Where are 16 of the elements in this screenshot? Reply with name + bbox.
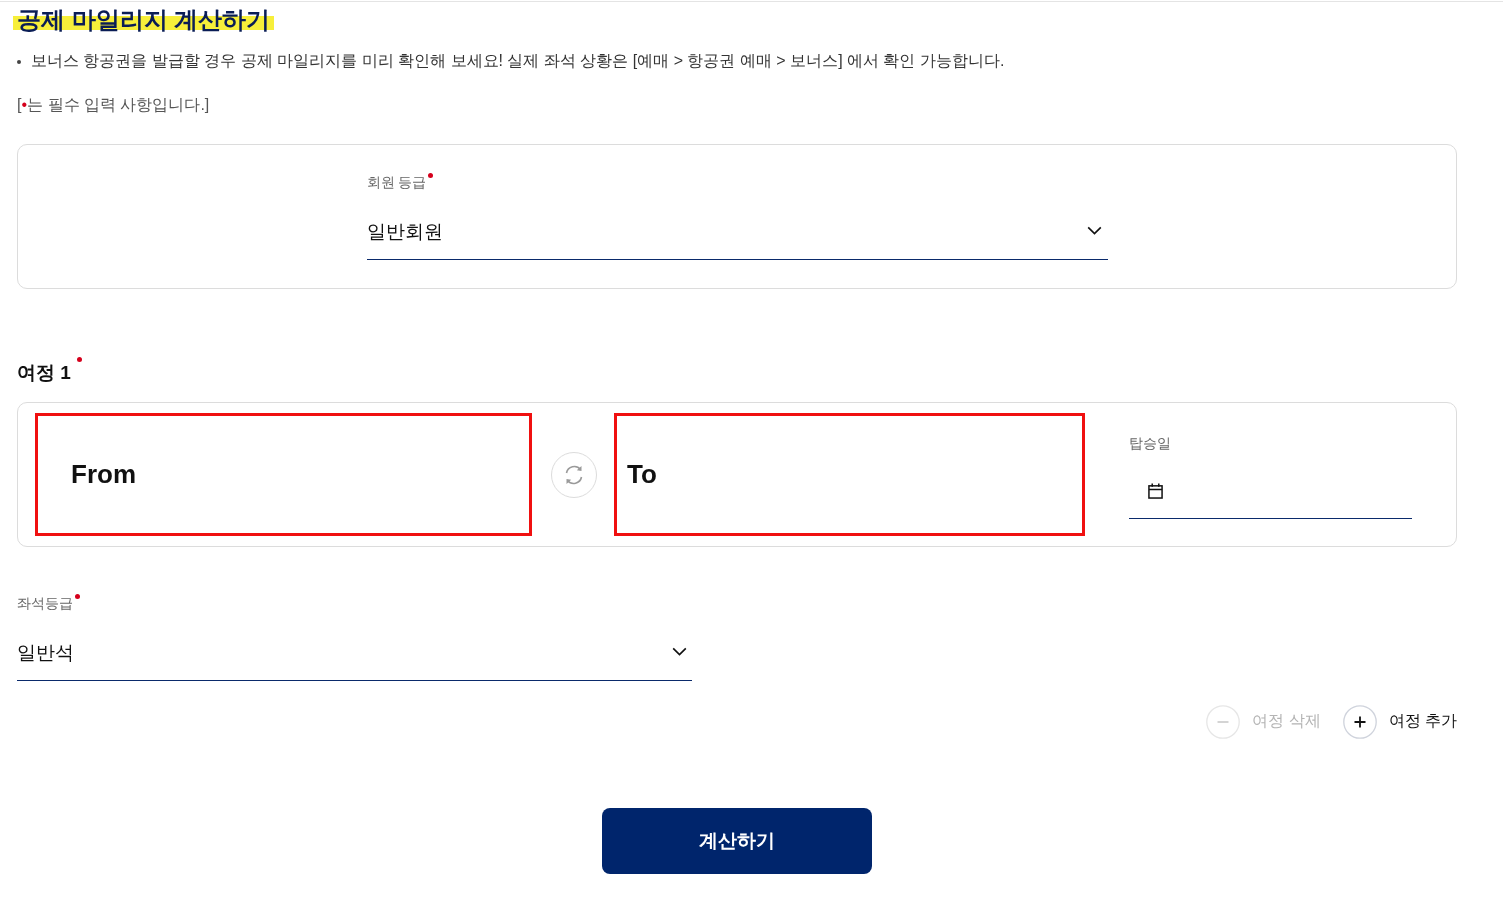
segment-title: 여정 1	[17, 361, 71, 385]
chevron-down-icon	[672, 646, 687, 656]
chevron-down-icon	[1086, 225, 1102, 235]
field-label: 좌석등급	[17, 594, 73, 613]
calculate-button[interactable]: 계산하기	[602, 808, 872, 874]
field-label: 회원 등급	[366, 173, 427, 192]
field-label: 탑승일	[1129, 434, 1171, 453]
calendar-icon	[1148, 483, 1163, 499]
minus-icon	[1206, 704, 1241, 739]
arrival-field[interactable]: To	[614, 413, 1085, 536]
plus-icon	[1342, 704, 1377, 739]
add-segment-button[interactable]: 여정 추가	[1342, 704, 1457, 739]
required-note: [•는 필수 입력 사항입니다.]	[17, 95, 210, 115]
bullet-icon	[17, 60, 21, 64]
departure-field[interactable]: From	[35, 413, 532, 536]
notice-text: 보너스 항공권을 발급할 경우 공제 마일리지를 미리 확인해 보세요! 실제 좌석 상황은 [예매 > 항공권 예매 > 보너스] 에서 확인 가능합니다.	[31, 51, 1005, 71]
